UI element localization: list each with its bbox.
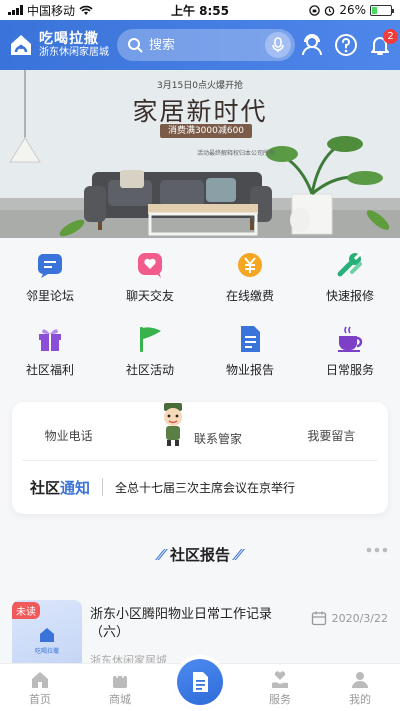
menu-label: 聊天交友 (125, 289, 174, 303)
notice-tag: 社区通知 (30, 478, 91, 497)
signal-icon (8, 5, 23, 15)
leave-message-button[interactable]: 我要留言 (307, 419, 355, 444)
search-icon (128, 38, 143, 53)
section-title: ⁄⁄ 社区报告 ⁄⁄ (158, 546, 242, 564)
menu-item-forum[interactable]: 邻里论坛 (0, 250, 100, 304)
shopping-bag-icon (113, 671, 127, 688)
tab-service[interactable]: 服务 (240, 664, 320, 711)
report-thumbnail: 吃喝拉撒 未读 (12, 600, 82, 670)
forum-icon (38, 254, 62, 278)
menu-item-report[interactable]: 物业报告 (200, 324, 300, 378)
menu-label: 邻里论坛 (25, 289, 74, 303)
menu-item-payment[interactable]: 在线缴费 (200, 250, 300, 304)
app-logo[interactable]: 吃喝拉撒 浙东休闲家居城 (8, 30, 109, 59)
menu-label: 社区活动 (125, 363, 174, 377)
menu-label: 物业报告 (225, 363, 274, 377)
banner-title: 家居新时代 (132, 97, 268, 126)
service-icon (272, 671, 288, 688)
home-icon (32, 672, 48, 688)
banner-pretitle: 3月15日0点火爆开抢 (157, 81, 243, 91)
center-report-button[interactable] (177, 659, 223, 705)
promo-banner[interactable]: 3月15日0点火爆开抢 家居新时代 消费满3000减600 活动最终解释权归本公… (0, 70, 400, 238)
tab-label: 首页 (29, 693, 51, 706)
property-phone-button[interactable]: 物业电话 (45, 419, 93, 444)
banner-note: 活动最终解释权归本公司所有 (197, 150, 276, 157)
menu-label: 社区福利 (25, 363, 74, 377)
tab-label: 服务 (269, 693, 291, 706)
battery-percent: 26% (339, 3, 366, 17)
search-input[interactable] (149, 37, 265, 53)
flag-icon (140, 327, 161, 352)
notice-text: 全总十七届三次主席会议在京举行 (115, 480, 296, 495)
gift-icon (39, 329, 61, 351)
butler-mascot-icon (163, 403, 182, 446)
menu-item-repair[interactable]: 快速报修 (300, 250, 400, 304)
battery-icon (370, 4, 394, 16)
unread-badge: 未读 (12, 602, 40, 619)
search-bar[interactable] (117, 29, 295, 61)
tab-mall[interactable]: 商城 (80, 664, 160, 711)
calendar-icon (311, 611, 326, 626)
notice-separator (102, 478, 104, 496)
menu-item-welfare[interactable]: 社区福利 (0, 324, 100, 378)
alarm-icon (325, 5, 335, 16)
more-icon[interactable] (366, 545, 388, 555)
report-date-text: 2020/3/22 (331, 611, 388, 625)
tab-profile[interactable]: 我的 (320, 664, 400, 711)
contact-butler-label: 联系管家 (193, 432, 242, 446)
carrier-label: 中国移动 (27, 3, 76, 18)
report-date: 2020/3/22 (311, 610, 388, 626)
app-header: 吃喝拉撒 浙东休闲家居城 2 (0, 20, 400, 70)
user-service-icon[interactable] (300, 33, 324, 57)
document-fab-icon (193, 672, 208, 692)
voice-search-button[interactable] (265, 32, 291, 58)
notification-badge: 2 (383, 29, 398, 44)
banner-promo: 消费满3000减600 (160, 124, 252, 138)
logo-title: 吃喝拉撒 (39, 30, 99, 47)
wifi-icon (79, 5, 93, 15)
menu-item-activity[interactable]: 社区活动 (100, 324, 200, 378)
menu-label: 日常服务 (325, 363, 374, 377)
quick-menu: 邻里论坛 聊天交友 在线缴费 快速报修 社区福利 社区活动 物业报告 日常服务 (0, 250, 400, 378)
rotation-lock-icon (309, 4, 321, 16)
chat-heart-icon (138, 253, 162, 278)
profile-icon (352, 672, 368, 688)
contact-butler-button[interactable]: 联系管家 (158, 403, 242, 447)
notification-button[interactable]: 2 (368, 29, 398, 57)
payment-icon (238, 253, 262, 277)
status-bar: 中国移动 上午 8:55 26% (0, 0, 400, 20)
tab-label: 商城 (109, 693, 131, 706)
logo-subtitle: 浙东休闲家居城 (39, 47, 109, 59)
community-notice[interactable]: 社区通知 全总十七届三次主席会议在京举行 (12, 461, 388, 513)
help-icon[interactable] (334, 33, 358, 57)
tab-home[interactable]: 首页 (0, 664, 80, 711)
tab-label: 我的 (349, 693, 371, 706)
menu-item-chat[interactable]: 聊天交友 (100, 250, 200, 304)
coffee-icon (338, 326, 363, 352)
menu-label: 快速报修 (325, 289, 374, 303)
menu-label: 在线缴费 (225, 289, 274, 303)
document-icon (241, 326, 260, 352)
report-thumb-text: 吃喝拉撒 (34, 648, 59, 655)
repair-icon (337, 250, 364, 277)
report-title: 浙东小区腾阳物业日常工作记录（六） (90, 607, 273, 641)
menu-item-daily-service[interactable]: 日常服务 (300, 324, 400, 378)
microphone-icon (272, 37, 284, 52)
contact-card: 物业电话 联系管家 我要留言 社区通知 全总十七届三次主席会议在京举行 (12, 402, 388, 514)
logo-house-icon (11, 34, 31, 55)
